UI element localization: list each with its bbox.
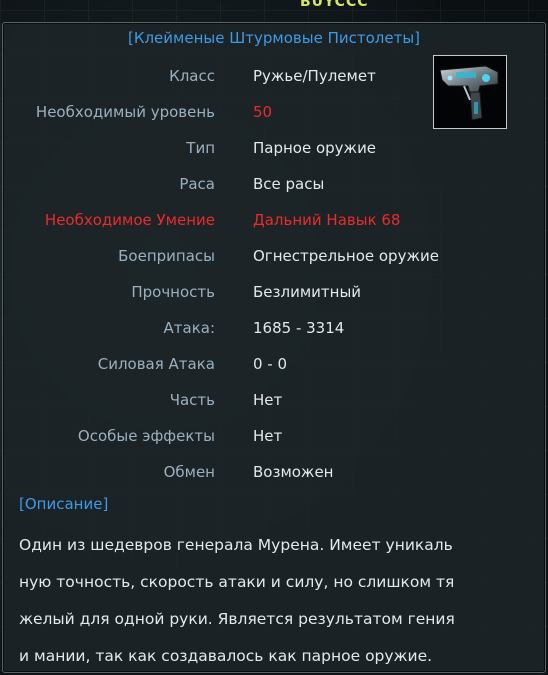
stat-label: Силовая Атака: [97, 355, 215, 373]
stat-label: Класс: [169, 67, 215, 85]
stat-row: Класс Ружье/Пулемет: [3, 64, 523, 88]
stat-label: Прочность: [131, 283, 215, 301]
stat-row: Атака: 1685 - 3314: [3, 316, 523, 340]
description-line: и мании, так как создавалось как парное …: [19, 647, 433, 665]
stat-row: Силовая Атака 0 - 0: [3, 352, 523, 376]
stat-label: Часть: [169, 391, 215, 409]
stat-value: Нет: [253, 427, 283, 445]
stat-value: Дальний Навык 68: [253, 211, 401, 229]
description-line: Один из шедевров генерала Мурена. Имеет …: [19, 536, 453, 554]
stat-value: Все расы: [253, 175, 325, 193]
stat-row: Прочность Безлимитный: [3, 280, 523, 304]
stat-value: Огнестрельное оружие: [253, 247, 439, 265]
item-title: [Клейменые Штурмовые Пистолеты]: [127, 29, 421, 47]
stat-label: Особые эффекты: [77, 427, 215, 445]
stat-label: Обмен: [163, 463, 215, 481]
item-tooltip: [Клейменые Штурмовые Пистолеты] Класс Руж…: [2, 22, 546, 673]
description-line: ную точность, скорость атаки и силу, но …: [19, 573, 455, 591]
stat-row: Обмен Возможен: [3, 460, 523, 484]
description-line: желый для одной руки. Является результат…: [19, 610, 455, 628]
stat-value: Возможен: [253, 463, 334, 481]
stat-label: Тип: [186, 139, 215, 157]
stat-row: Необходимый уровень 50: [3, 100, 523, 124]
stat-row: Раса Все расы: [3, 172, 523, 196]
stat-row: Необходимое Умение Дальний Навык 68: [3, 208, 523, 232]
background-player-name: BUYCCC: [300, 0, 369, 10]
stat-value: Нет: [253, 391, 283, 409]
stat-value: Парное оружие: [253, 139, 377, 157]
stat-label: Атака:: [163, 319, 216, 337]
stat-row: Особые эффекты Нет: [3, 424, 523, 448]
stat-value: 0 - 0: [253, 355, 288, 373]
description-header: [Описание]: [19, 495, 109, 513]
description-text: Один из шедевров генерала Мурена. Имеет …: [19, 527, 535, 675]
stat-value: Безлимитный: [253, 283, 362, 301]
stat-row: Часть Нет: [3, 388, 523, 412]
stat-label: Необходимый уровень: [35, 103, 215, 121]
stat-label: Раса: [179, 175, 215, 193]
stat-value: 50: [253, 103, 273, 121]
stat-row: Боеприпасы Огнестрельное оружие: [3, 244, 523, 268]
stat-row: Тип Парное оружие: [3, 136, 523, 160]
stat-label: Необходимое Умение: [44, 211, 215, 229]
stat-value: Ружье/Пулемет: [253, 67, 376, 85]
stat-value: 1685 - 3314: [253, 319, 345, 337]
stat-label: Боеприпасы: [118, 247, 215, 265]
